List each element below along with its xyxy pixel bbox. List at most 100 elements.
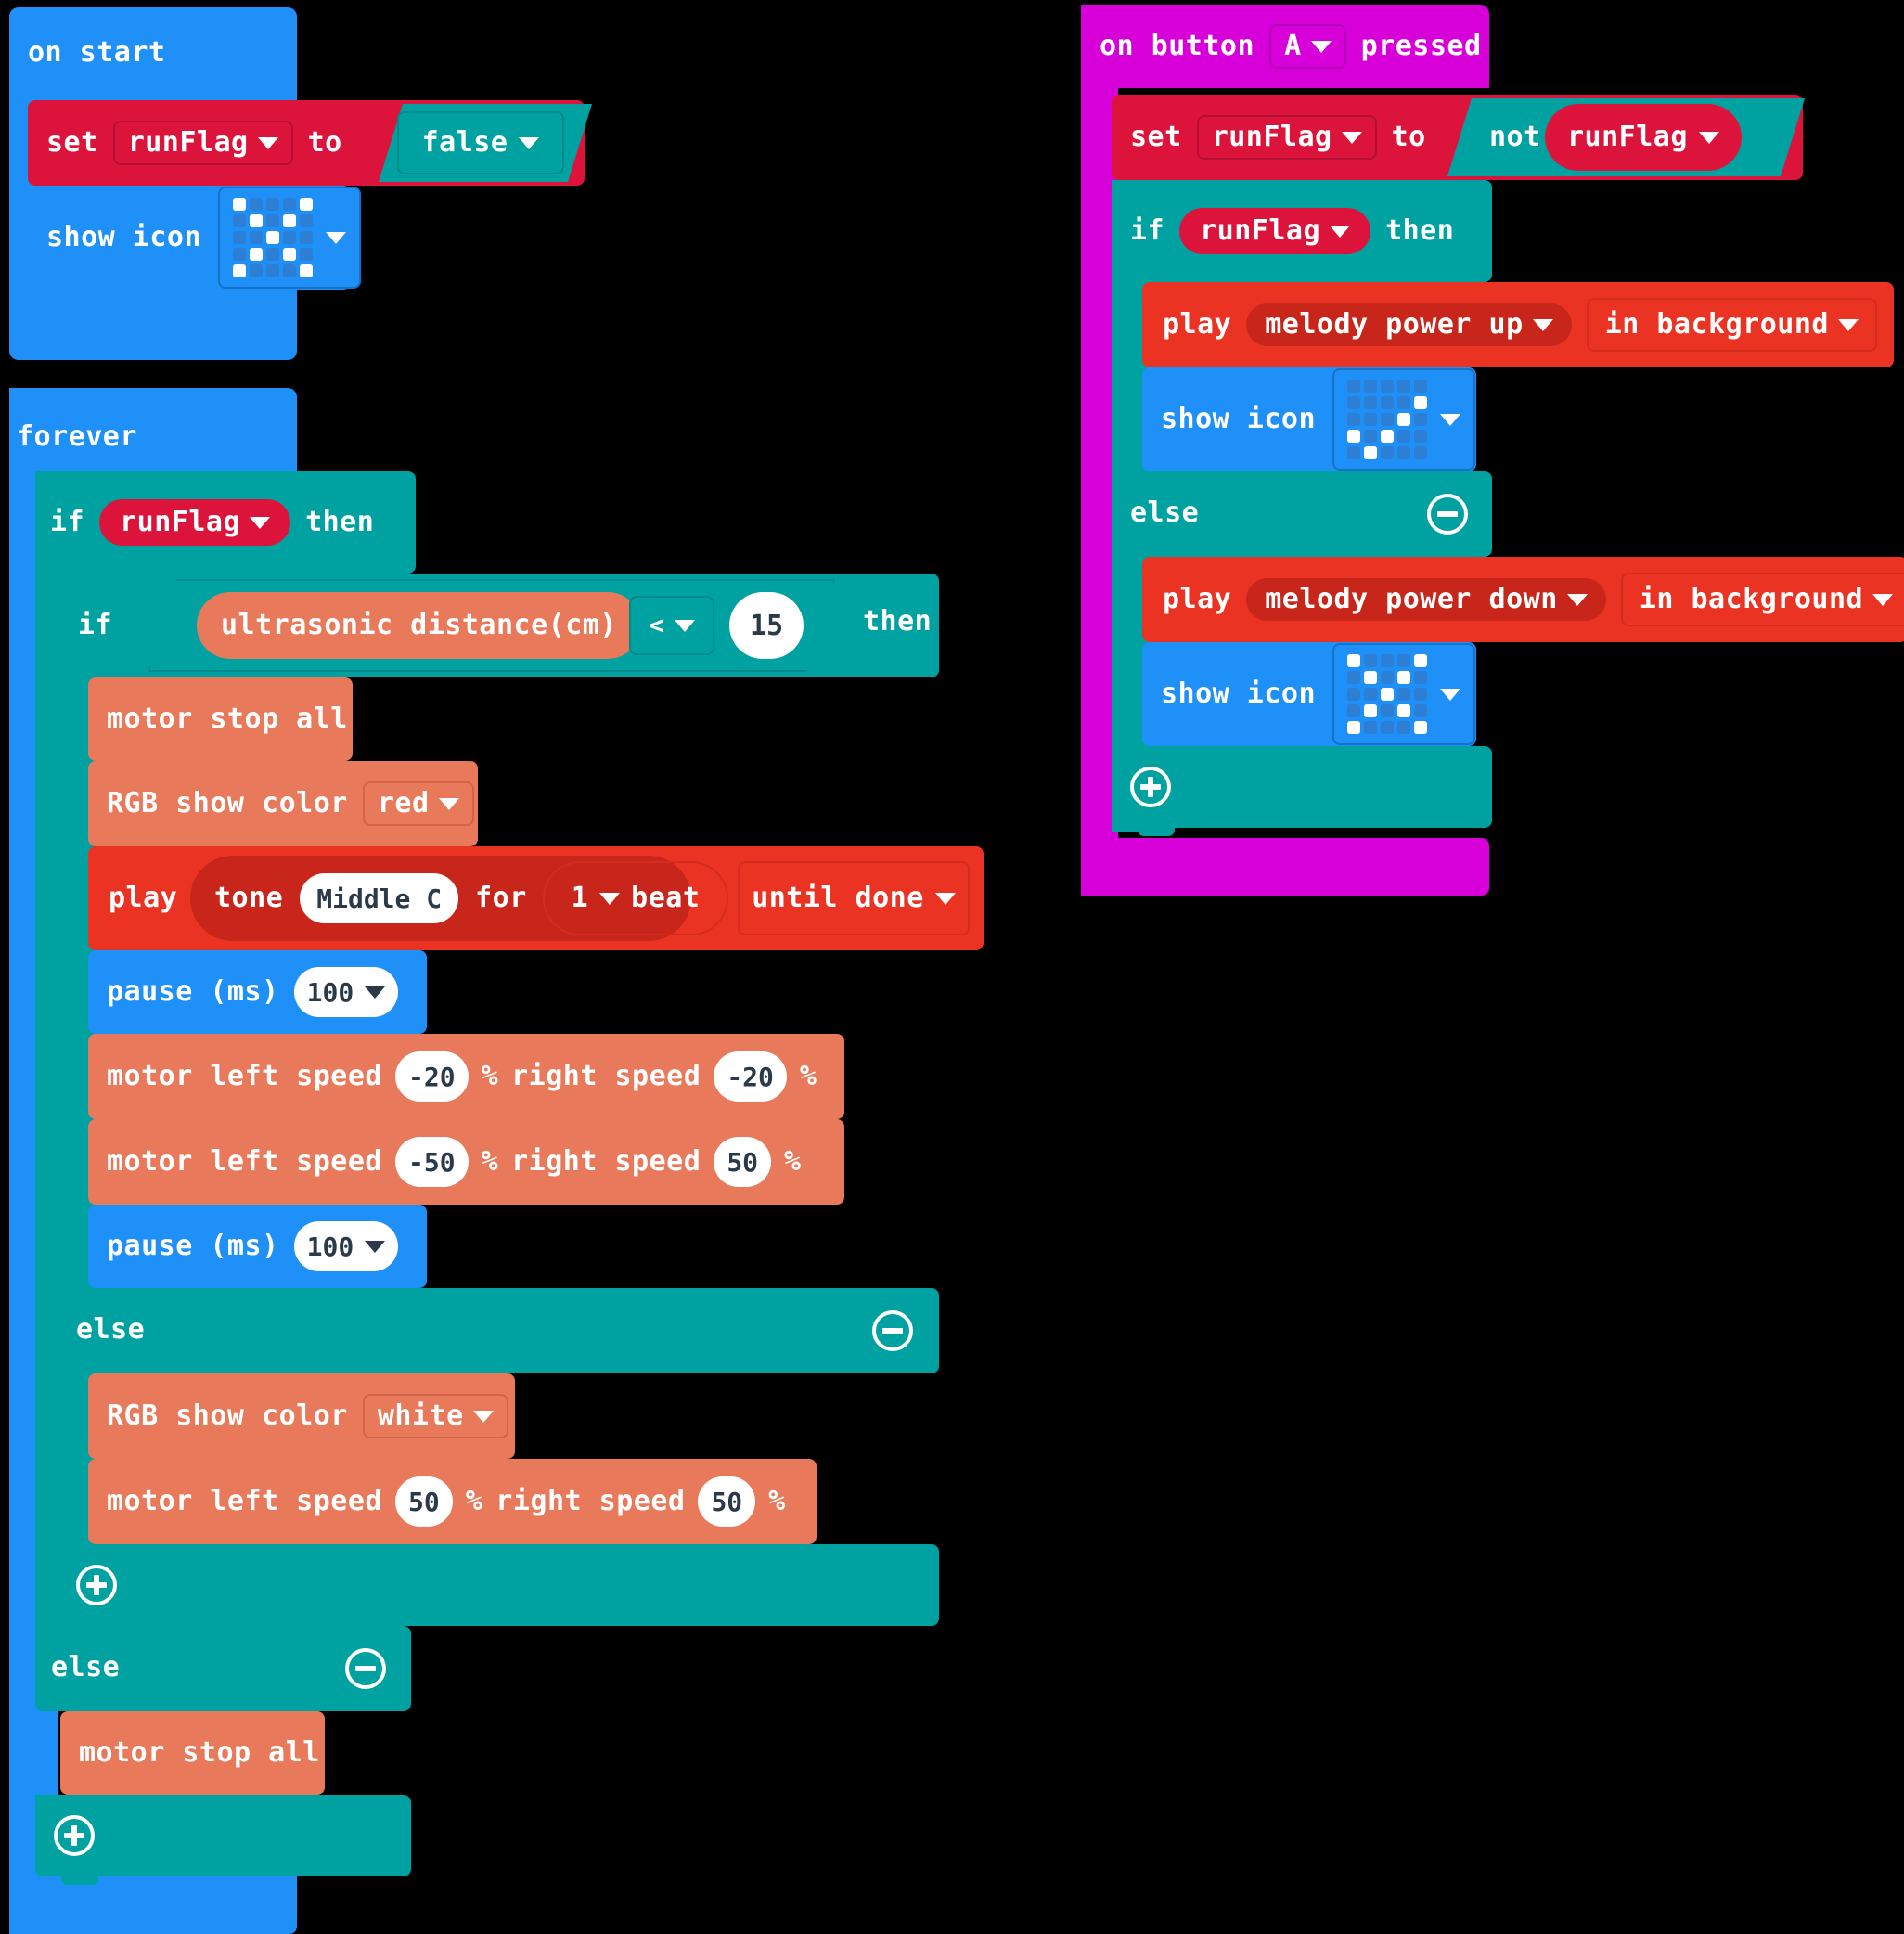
- else-label: else: [1130, 496, 1200, 529]
- ultrasonic-sensor-reporter[interactable]: ultrasonic distance(cm): [197, 592, 641, 659]
- chevron-down-icon: [1532, 318, 1553, 331]
- left-speed-field[interactable]: -50: [394, 1137, 469, 1187]
- blocks-workspace[interactable]: on start set runFlag to false show icon …: [0, 0, 1904, 1934]
- led-matrix-icon[interactable]: [1332, 368, 1476, 471]
- led-pixel: [1364, 654, 1378, 667]
- led-grid: [1347, 380, 1428, 459]
- led-pixel: [1381, 446, 1395, 459]
- play-mode-value: in background: [1604, 308, 1829, 341]
- led-pixel: [1381, 654, 1395, 667]
- led-pixel: [266, 214, 280, 227]
- color-dropdown-red[interactable]: red: [362, 781, 474, 826]
- for-label: for: [475, 882, 527, 914]
- on-button-prefix: on button: [1100, 30, 1255, 62]
- then-label: then: [863, 605, 933, 638]
- tone-value-field[interactable]: Middle C: [300, 873, 459, 923]
- mutator-minus-icon[interactable]: [1427, 494, 1468, 535]
- led-pixel: [1347, 721, 1361, 734]
- chevron-down-icon: [599, 892, 621, 905]
- boolean-false-field[interactable]: false: [397, 111, 564, 174]
- left-speed-value: -20: [407, 1061, 456, 1092]
- left-speed-field[interactable]: 50: [394, 1476, 453, 1527]
- led-matrix-icon[interactable]: [1332, 643, 1476, 745]
- chevron-down-icon: [365, 986, 386, 999]
- chevron-down-icon: [1310, 40, 1332, 53]
- pause-value-field[interactable]: 100: [293, 1221, 399, 1271]
- beat-dropdown[interactable]: 1 beat: [543, 861, 728, 935]
- color-dropdown-white[interactable]: white: [362, 1394, 508, 1438]
- to-label: to: [1391, 121, 1426, 153]
- play-mode-dropdown[interactable]: in background: [1620, 573, 1904, 626]
- melody-dropdown[interactable]: melody power up: [1246, 303, 1572, 346]
- variable-reporter-runflag[interactable]: runFlag: [1179, 208, 1371, 254]
- play-mode-dropdown[interactable]: in background: [1586, 298, 1877, 352]
- rgb-label: RGB show color: [107, 787, 348, 819]
- pause-value-field[interactable]: 100: [293, 967, 399, 1017]
- chevron-down-icon: [1872, 593, 1894, 606]
- led-pixel: [300, 231, 314, 244]
- mutator-minus-icon[interactable]: [872, 1310, 913, 1351]
- beat-label: beat: [631, 882, 701, 914]
- motor-left-label: motor left speed: [107, 1145, 382, 1178]
- variable-reporter-runflag[interactable]: runFlag: [1545, 104, 1742, 171]
- to-label: to: [307, 126, 342, 159]
- led-pixel: [1364, 721, 1378, 734]
- not-label: not: [1489, 121, 1541, 153]
- until-done-value: until done: [752, 882, 924, 914]
- chevron-down-icon: [934, 892, 956, 905]
- led-pixel: [1397, 396, 1411, 409]
- variable-dropdown-runflag[interactable]: runFlag: [112, 121, 293, 165]
- led-pixel: [283, 264, 297, 277]
- melody-dropdown[interactable]: melody power down: [1246, 578, 1606, 621]
- tone-value: Middle C: [316, 883, 443, 914]
- rgb-label: RGB show color: [107, 1399, 348, 1432]
- pause-label: pause (ms): [107, 975, 279, 1008]
- beat-count: 1: [571, 882, 589, 914]
- variable-dropdown-runflag[interactable]: runFlag: [1196, 115, 1377, 160]
- chevron-down-icon: [365, 1240, 386, 1253]
- right-speed-field[interactable]: 50: [714, 1137, 772, 1187]
- color-value: red: [377, 787, 430, 819]
- until-done-dropdown[interactable]: until done: [738, 861, 970, 935]
- show-icon-label: show icon: [1161, 677, 1317, 710]
- mutator-plus-icon[interactable]: [76, 1565, 117, 1605]
- led-pixel: [1381, 704, 1395, 717]
- led-pixel: [1364, 688, 1378, 701]
- led-pixel: [1347, 396, 1361, 409]
- led-pixel: [1414, 688, 1428, 701]
- variable-name: runFlag: [120, 506, 241, 538]
- chevron-down-icon: [438, 797, 459, 810]
- play-label: play: [109, 882, 178, 914]
- on-start-label: on start: [28, 36, 166, 69]
- led-pixel: [1381, 688, 1395, 701]
- button-dropdown[interactable]: A: [1269, 24, 1346, 69]
- chevron-down-icon: [519, 136, 540, 149]
- threshold-number-field[interactable]: 15: [729, 592, 804, 659]
- led-pixel: [266, 198, 280, 211]
- led-pixel: [1347, 430, 1361, 443]
- inner-else-bar[interactable]: [58, 1288, 939, 1373]
- mutator-plus-icon[interactable]: [54, 1815, 95, 1856]
- percent-sign: %: [465, 1485, 483, 1517]
- operator-dropdown[interactable]: <: [629, 596, 714, 655]
- on-button-bottom-cap: [1081, 838, 1489, 896]
- mutator-plus-icon[interactable]: [1130, 767, 1171, 807]
- play-label: play: [1163, 583, 1232, 615]
- led-pixel: [300, 264, 314, 277]
- percent-sign: %: [799, 1060, 817, 1092]
- right-speed-field[interactable]: 50: [698, 1476, 756, 1527]
- led-pixel: [1397, 654, 1411, 667]
- variable-reporter-runflag[interactable]: runFlag: [99, 499, 291, 546]
- right-speed-value: 50: [711, 1486, 743, 1517]
- mutator-minus-icon[interactable]: [345, 1648, 386, 1689]
- led-pixel: [233, 198, 247, 211]
- led-matrix-icon[interactable]: [218, 187, 362, 289]
- right-speed-field[interactable]: -20: [714, 1051, 787, 1102]
- inner-if-footer[interactable]: [58, 1544, 939, 1626]
- block-notch: [61, 1876, 98, 1885]
- led-pixel: [250, 264, 264, 277]
- left-speed-field[interactable]: -20: [394, 1051, 469, 1102]
- led-pixel: [1381, 396, 1395, 409]
- led-pixel: [1397, 413, 1411, 426]
- led-pixel: [1414, 671, 1428, 684]
